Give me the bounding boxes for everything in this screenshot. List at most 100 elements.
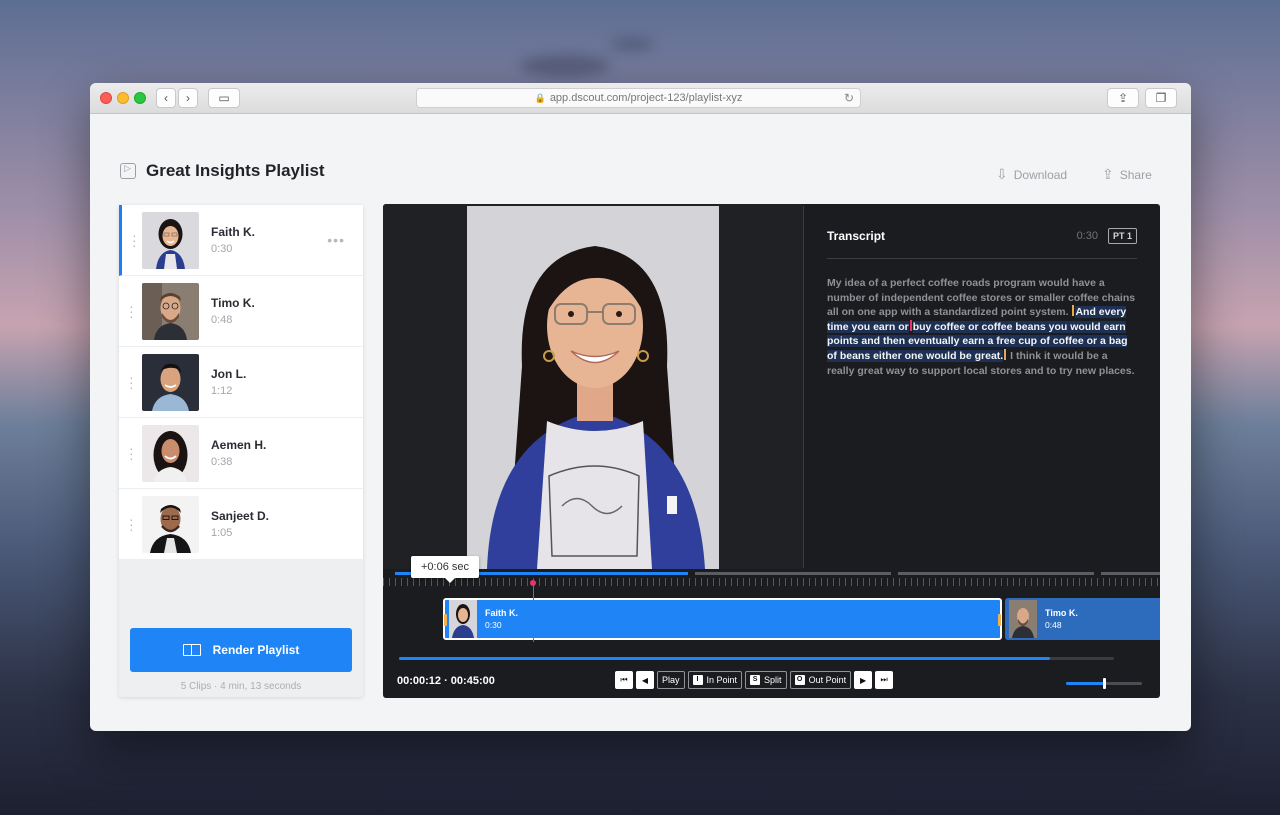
- skip-to-end-button[interactable]: ⏭: [875, 671, 894, 689]
- clip-item-jon[interactable]: · · · Jon L. 1:12: [119, 347, 363, 418]
- sidebar-icon: ▭: [218, 91, 230, 105]
- playhead[interactable]: [532, 584, 534, 642]
- clip-duration: 1:05: [211, 527, 233, 539]
- part-badge[interactable]: PT 1: [1107, 228, 1137, 244]
- play-label: Play: [662, 675, 680, 685]
- drag-handle-icon[interactable]: · · ·: [132, 228, 137, 252]
- avatar-timo: [142, 282, 199, 340]
- reload-icon[interactable]: ↻: [844, 89, 854, 107]
- in-point-button[interactable]: I In Point: [687, 671, 743, 689]
- avatar-aemen: [142, 424, 199, 482]
- clip-item-aemen[interactable]: · · · Aemen H. 0:38: [119, 418, 363, 489]
- playlist-sidebar: · · · Faith K. 0:30 ••• · · · Timo K. 0:…: [119, 205, 363, 697]
- clip-name: Aemen H.: [211, 438, 267, 452]
- browser-titlebar: ‹ › ▭ 🔒 app.dscout.com/project-123/playli…: [90, 83, 1191, 114]
- back-button[interactable]: ‹: [156, 88, 176, 108]
- playback-controls: ⏮ ◀ Play I In Point S Split O Out Point ▶ ⏭: [615, 671, 894, 689]
- play-button[interactable]: Play: [657, 671, 685, 689]
- minimize-window-button[interactable]: [117, 92, 129, 104]
- in-point-label: In Point: [706, 675, 738, 685]
- share-label: Share: [1119, 167, 1152, 182]
- transcript-title: Transcript: [827, 229, 886, 243]
- page-header: Great Insights Playlist: [120, 161, 325, 181]
- timeline-clip-name: Faith K.: [485, 608, 518, 618]
- triangle-left-icon: ◀: [641, 675, 649, 685]
- transcript-separator: [827, 258, 1137, 259]
- segment-bar: [1101, 572, 1160, 575]
- share-button[interactable]: ⇪ Share: [1102, 166, 1152, 183]
- selection-end-handle[interactable]: [1004, 348, 1007, 360]
- render-playlist-label: Render Playlist: [212, 643, 300, 657]
- share-icon: ⇪: [1102, 166, 1114, 182]
- clip-item-sanjeet[interactable]: · · · Sanjeet D. 1:05: [119, 489, 363, 560]
- drag-handle-icon[interactable]: · · ·: [129, 299, 134, 323]
- lock-icon: 🔒: [534, 93, 546, 103]
- zoom-window-button[interactable]: [134, 92, 146, 104]
- clip-duration: 0:48: [211, 314, 233, 326]
- timeline-clip-duration: 0:30: [485, 620, 502, 630]
- out-point-button[interactable]: O Out Point: [789, 671, 852, 689]
- clip-duration: 0:30: [211, 243, 233, 255]
- drag-handle-icon[interactable]: · · ·: [129, 441, 134, 465]
- playlist-icon: [120, 163, 136, 179]
- clip-name: Jon L.: [211, 367, 247, 381]
- trim-end-handle[interactable]: [998, 614, 1001, 626]
- background-cloud: [520, 55, 610, 77]
- render-icon: [182, 644, 201, 656]
- close-window-button[interactable]: [100, 92, 112, 104]
- out-point-label: Out Point: [808, 675, 847, 685]
- video-frame[interactable]: [467, 206, 719, 569]
- timeline-clip-faith[interactable]: Faith K. 0:30: [443, 598, 1002, 640]
- render-playlist-button[interactable]: Render Playlist: [130, 628, 352, 672]
- timeline-clip-timo[interactable]: Timo K. 0:48: [1005, 598, 1160, 640]
- segment-bar: [695, 572, 891, 575]
- clip-name: Sanjeet D.: [211, 509, 270, 523]
- chevron-left-icon: ‹: [164, 91, 168, 105]
- sidebar-toggle-button[interactable]: ▭: [208, 88, 240, 108]
- clip-item-faith[interactable]: · · · Faith K. 0:30 •••: [119, 205, 363, 276]
- timeline-clip-name: Timo K.: [1045, 608, 1078, 618]
- playlist-summary: 5 Clips · 4 min, 13 seconds: [180, 681, 302, 692]
- page-title: Great Insights Playlist: [146, 161, 325, 180]
- background-cloud: [610, 38, 655, 50]
- drag-handle-icon[interactable]: · · ·: [129, 370, 134, 394]
- timecode: 00:00:12 · 00:45:00: [397, 675, 495, 687]
- download-button[interactable]: ⇩ Download: [996, 166, 1067, 183]
- forward-button[interactable]: ›: [178, 88, 198, 108]
- timeline-clip-thumb: [449, 600, 477, 638]
- transcript-text[interactable]: My idea of a perfect coffee roads progra…: [827, 276, 1137, 378]
- trim-tooltip: +0:06 sec: [411, 556, 480, 583]
- more-options-icon[interactable]: •••: [327, 232, 345, 248]
- skip-back-icon: ⏮: [620, 675, 628, 684]
- share-browser-button[interactable]: ⇪: [1107, 88, 1139, 108]
- skip-to-start-button[interactable]: ⏮: [615, 671, 633, 689]
- split-label: Split: [764, 675, 782, 685]
- avatar-sanjeet: [142, 495, 199, 553]
- volume-knob[interactable]: [1103, 678, 1106, 689]
- timeline-clip-thumb: [1009, 600, 1037, 638]
- step-back-button[interactable]: ◀: [636, 671, 654, 689]
- address-bar[interactable]: 🔒 app.dscout.com/project-123/playlist-xyz…: [416, 88, 861, 108]
- video-area[interactable]: [383, 204, 803, 569]
- split-button[interactable]: S Split: [745, 671, 787, 689]
- playlist-progress-bar[interactable]: [399, 657, 1114, 660]
- skip-forward-icon: ⏭: [880, 675, 888, 684]
- step-forward-button[interactable]: ▶: [854, 671, 873, 689]
- clip-name: Timo K.: [211, 296, 255, 310]
- clip-list: · · · Faith K. 0:30 ••• · · · Timo K. 0:…: [119, 205, 363, 560]
- volume-fill: [1066, 682, 1104, 685]
- panel-divider: [803, 206, 804, 568]
- tabs-overview-button[interactable]: ❐: [1145, 88, 1177, 108]
- drag-handle-icon[interactable]: · · ·: [129, 512, 134, 536]
- timeline-ruler[interactable]: [383, 578, 1160, 586]
- clip-duration: 0:38: [211, 456, 233, 468]
- trim-start-handle[interactable]: [444, 614, 447, 626]
- clip-item-timo[interactable]: · · · Timo K. 0:48: [119, 276, 363, 347]
- transcript-panel: Transcript 0:30 PT 1 My idea of a perfec…: [827, 228, 1137, 378]
- download-icon: ⇩: [996, 166, 1008, 182]
- clip-duration: 1:12: [211, 385, 233, 397]
- in-point-key: I: [692, 675, 703, 685]
- url-text: app.dscout.com/project-123/playlist-xyz: [549, 92, 743, 104]
- browser-window: ‹ › ▭ 🔒 app.dscout.com/project-123/playli…: [90, 83, 1191, 731]
- volume-slider[interactable]: [1066, 678, 1142, 689]
